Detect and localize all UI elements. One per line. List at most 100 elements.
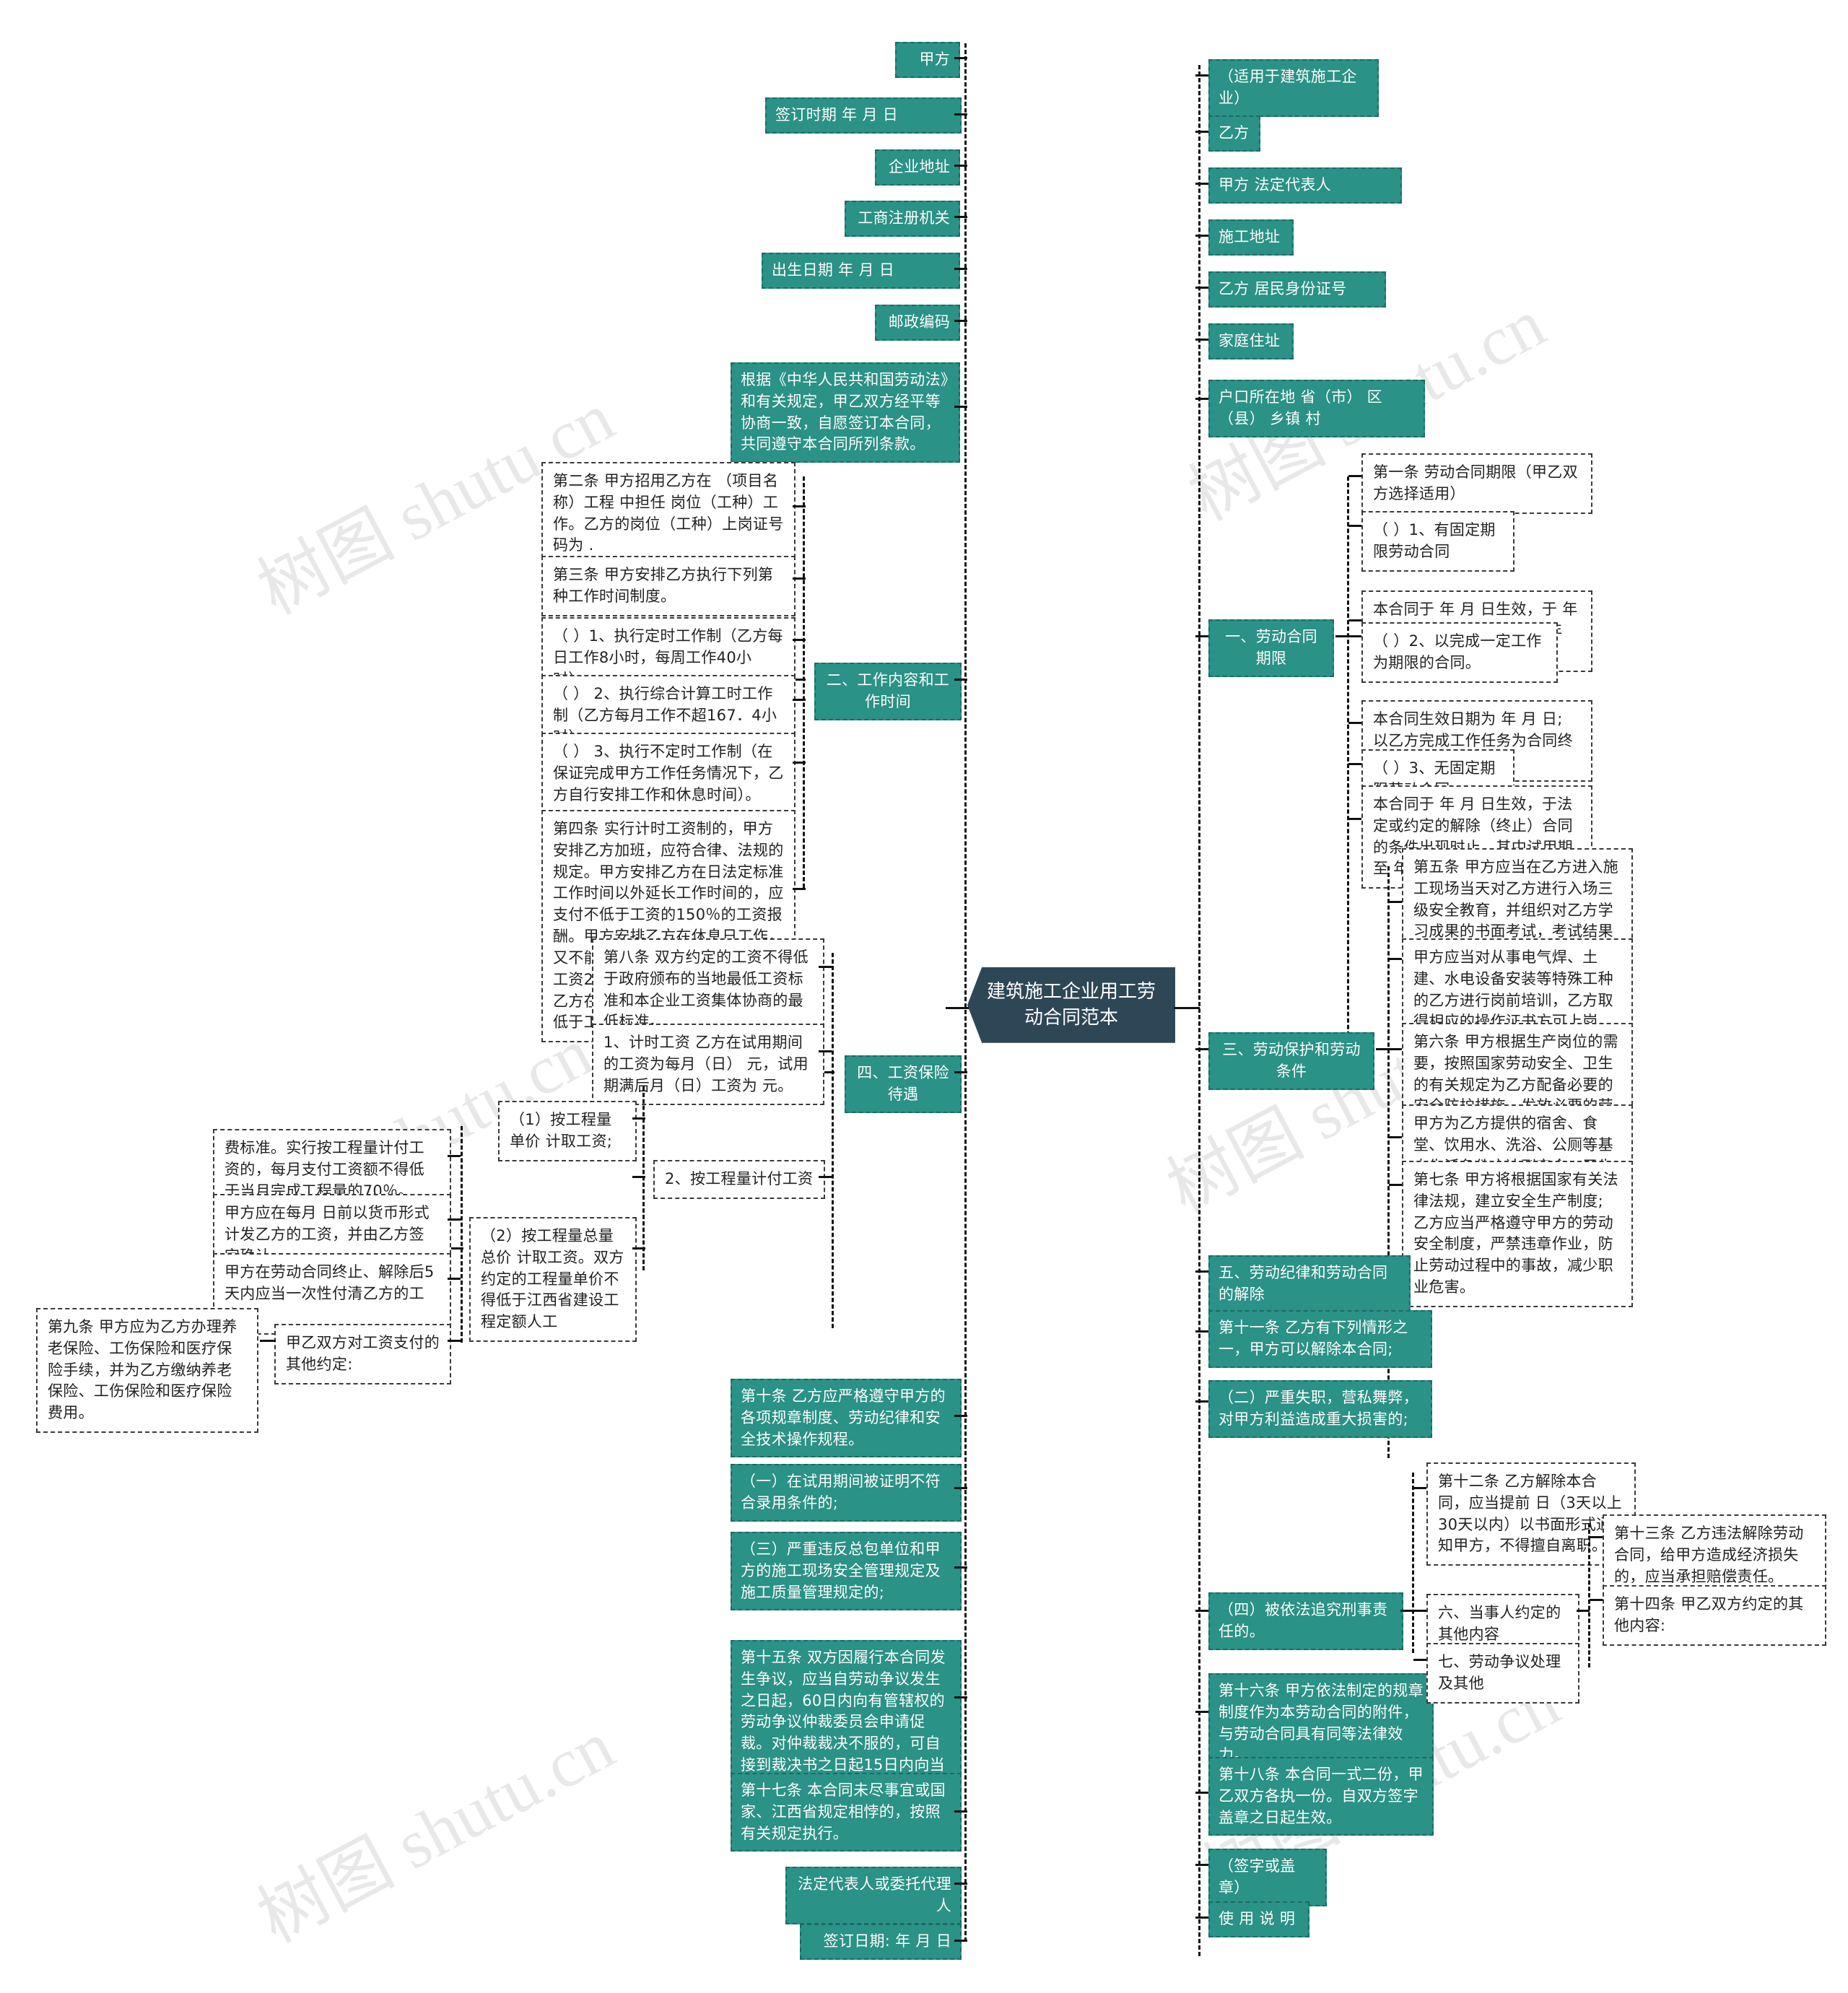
clause-3[interactable]: 第三条 甲方安排乙方执行下列第 种工作时间制度。 [541,556,796,616]
termination-reason-3[interactable]: （三）严重违反总包单位和甲方的施工现场安全管理规定及施工质量管理规定的; [731,1532,962,1611]
connector [1195,1610,1208,1612]
connector [1195,1864,1208,1866]
connector [1195,287,1208,289]
connector [1577,1610,1590,1612]
connector [448,1340,461,1342]
connector [954,679,967,681]
connector [1195,1711,1208,1713]
clause-7[interactable]: 第七条 甲方将根据国家有关法律法规，建立安全生产制度; 乙方应当严格遵守甲方的劳… [1402,1161,1633,1307]
node-applicable-to[interactable]: （适用于建筑施工企业） [1208,59,1379,117]
connector [1348,818,1361,820]
connector [632,1247,645,1250]
section-work-content[interactable]: 二、工作内容和工作时间 [814,663,962,720]
connector [1195,1270,1208,1273]
node-registration-authority[interactable]: 工商注册机关 [845,201,960,237]
connector [954,268,967,270]
wage-hourly[interactable]: 1、计时工资 乙方在试用期间的工资为每月（日） 元，试用期满后月（日）工资为 元… [592,1024,824,1106]
connector [1376,1048,1389,1050]
connector [1590,1599,1603,1601]
mindmap-canvas: 树图 shutu.cn 树图 shutu.cn 树图 shutu.cn 树图 s… [0,0,1848,1993]
connector [1195,1330,1208,1333]
connector [819,966,832,968]
node-party-a-legalrep[interactable]: 甲方 法定代表人 [1208,167,1402,204]
left-spine [964,43,967,1942]
node-labor-law-preamble[interactable]: 根据《中华人民共和国劳动法》和有关规定，甲乙双方经平等协商一致，自愿签订本合同，… [731,362,960,463]
wage-qty-unit-price[interactable]: （1）按工程量单价 计取工资; [498,1101,637,1161]
signing-date-left[interactable]: 签订日期: 年 月 日 [800,1924,962,1960]
section-labor-protection[interactable]: 三、劳动保护和劳动条件 [1208,1032,1374,1090]
connector [450,1247,463,1250]
signature-or-seal[interactable]: （签字或盖章） [1208,1849,1327,1906]
connector [1389,958,1402,960]
clause-17[interactable]: 第十七条 本合同未尽事宜或国家、江西省规定相悖的，按照有关规定执行。 [731,1773,962,1852]
term-option-1[interactable]: （ ）1、有固定期限劳动合同 [1361,511,1514,572]
connector [819,1176,832,1178]
usage-instructions[interactable]: 使 用 说 明 [1208,1901,1309,1937]
clause-9[interactable]: 第九条 甲方应为乙方办理养老保险、工伤保险和医疗保险手续，并为乙方缴纳养老保险、… [36,1308,258,1434]
clause-2[interactable]: 第二条 甲方招用乙方在 （项目名称）工程 中担任 岗位（工种）工作。乙方的岗位（… [541,462,796,566]
watermark: 树图 shutu.cn [245,1706,626,1958]
connector [793,639,806,641]
connector [1389,1136,1402,1138]
connector [448,1218,461,1221]
section-contract-term[interactable]: 一、劳动合同期限 [1208,619,1334,677]
termination-reason-2[interactable]: （二）严重失职，营私舞弊，对甲方利益造成重大损害的; [1208,1380,1432,1438]
connector [954,320,967,322]
node-postal-code[interactable]: 邮政编码 [875,305,960,341]
connector [1413,1659,1426,1661]
section-wage-insurance[interactable]: 四、工资保险待遇 [845,1055,962,1113]
connector [448,1278,461,1280]
work-subspine [803,476,805,888]
wage-by-quantity[interactable]: 2、按工程量计付工资 [653,1160,825,1199]
connector [954,165,967,167]
connector [1195,235,1208,237]
connector [1348,475,1361,477]
work-option-3[interactable]: （ ） 3、执行不定时工作制（在保证完成甲方工作任务情况下，乙方自行安排工作和休… [541,733,796,815]
clause-13[interactable]: 第十三条 乙方违法解除劳动合同，给甲方造成经济损失的，应当承担赔偿责任。 [1603,1514,1826,1597]
node-construction-site[interactable]: 施工地址 [1208,219,1294,256]
connector [1389,1184,1402,1186]
node-household-registration[interactable]: 户口所在地 省（市） 区（县） 乡镇 村 [1208,380,1425,437]
root-node[interactable]: 建筑施工企业用工劳动合同范本 [967,967,1175,1043]
node-sign-period[interactable]: 签订时期 年 月 日 [765,97,962,134]
wage-std-subspine [461,1126,463,1343]
node-party-a[interactable]: 甲方 [895,42,960,78]
connector [1195,398,1208,400]
termination-reason-4[interactable]: （四）被依法追究刑事责任的。 [1208,1592,1403,1650]
node-home-address[interactable]: 家庭住址 [1208,323,1294,359]
connector [1195,74,1208,77]
node-party-b[interactable]: 乙方 [1208,115,1260,152]
node-party-b-idcard[interactable]: 乙方 居民身份证号 [1208,271,1386,308]
node-company-address[interactable]: 企业地址 [875,149,960,186]
section-discipline-termination[interactable]: 五、劳动纪律和劳动合同的解除 [1208,1255,1411,1313]
wage-qty-total[interactable]: （2）按工程量总量 总价 计取工资。双方约定的工程量单价不得低于江西省建设工程定… [469,1217,637,1343]
connector [793,762,806,764]
connector [954,1940,967,1942]
connector [954,57,967,59]
connector [819,1050,832,1052]
connector [1195,1400,1208,1403]
connector [1195,635,1208,637]
clause-14[interactable]: 第十四条 甲乙双方约定的其他内容: [1603,1585,1826,1646]
connector [1335,635,1348,637]
termination-reason-1[interactable]: （一）在试用期间被证明不符合录用条件的; [731,1464,962,1522]
connector [1413,1610,1426,1612]
section-dispute-resolution[interactable]: 七、劳动争议处理及其他 [1426,1643,1579,1704]
connector [260,1340,276,1342]
clause-11[interactable]: 第十一条 乙方有下列情形之一，甲方可以解除本合同; [1208,1310,1432,1368]
clause-1[interactable]: 第一条 劳动合同期限（甲乙双方选择适用） [1361,453,1592,514]
connector [793,699,806,701]
term-option-2[interactable]: （ ）2、以完成一定工作为期限的合同。 [1361,622,1558,683]
connector [1348,722,1361,724]
root-label: 建筑施工企业用工劳动合同范本 [986,981,1156,1029]
clause-10[interactable]: 第十条 乙方应严格遵守甲方的各项规章制度、劳动纪律和安全技术操作规程。 [731,1379,962,1458]
node-birth-date[interactable]: 出生日期 年 月 日 [762,253,960,289]
wage-other-terms[interactable]: 甲乙双方对工资支付的其他约定: [274,1324,451,1384]
connector [1413,1487,1426,1489]
wage-qty-subspine [642,1086,645,1270]
connector [954,406,967,408]
legal-representative-left[interactable]: 法定代表人或委托代理人 [785,1867,962,1924]
clause-18[interactable]: 第十八条 本合同一式二份，甲乙双方各执一份。自双方签字盖章之日起生效。 [1208,1757,1434,1836]
connector [1195,1792,1208,1794]
connector [1400,1610,1413,1612]
